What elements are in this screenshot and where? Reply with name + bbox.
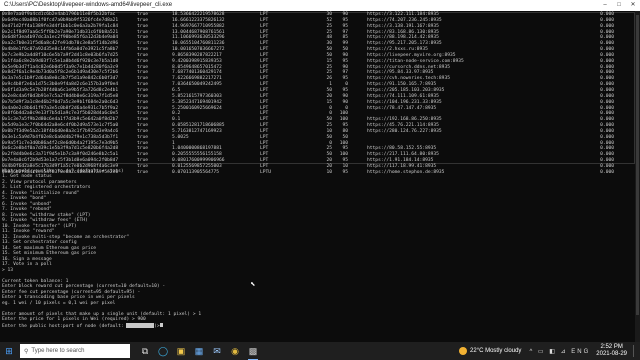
clock-time: 2:52 PM — [600, 344, 623, 350]
file-explorer-icon[interactable]: ▣ — [172, 342, 190, 360]
system-tray-icons[interactable]: ^ ▭ ◧ ⊿ ENG — [529, 348, 590, 355]
terminal-prompt-line[interactable]: Enter the public host:port of node (defa… — [2, 322, 632, 329]
store-icon[interactable]: ▦ — [190, 342, 208, 360]
weather-text: 22°C Mostly cloudy — [470, 348, 522, 354]
text-cursor — [159, 322, 163, 327]
taskbar: ⊞ ⚲ Type here to search ⧉ ◯ ▣ ▦ ✉ ◉ ▩ 22… — [0, 342, 640, 360]
weather-widget[interactable]: 22°C Mostly cloudy — [459, 347, 521, 355]
mail-icon[interactable]: ✉ — [208, 342, 226, 360]
prompt-text: Enter the public host:port of node (defa… — [2, 323, 127, 329]
redacted-host-highlight — [126, 323, 155, 329]
task-view-icon[interactable]: ⧉ — [136, 342, 154, 360]
window-titlebar: C:\Users\PC\Desktop\livepeer-windows-amd… — [0, 0, 640, 11]
terminal-scrollbar[interactable] — [635, 11, 640, 342]
maximize-icon[interactable]: □ — [612, 0, 626, 11]
mouse-pointer-icon: ⬉ — [250, 280, 256, 290]
taskbar-search-input[interactable]: ⚲ Type here to search — [20, 344, 130, 358]
cli-menu: What would you like to do? (default = st… — [2, 163, 632, 329]
chrome-icon[interactable]: ◉ — [226, 342, 244, 360]
close-icon[interactable]: ✕ — [626, 0, 640, 11]
clock[interactable]: 2:52 PM 2021-08-29 — [596, 344, 627, 358]
start-icon[interactable]: ⊞ — [0, 342, 18, 360]
orchestrator-table: 0x8e7aa0f9a4cd1c6b2e4ab1796b11e8f5b32bfa… — [2, 12, 638, 176]
search-placeholder: Type here to search — [31, 348, 85, 354]
weather-sun-icon — [459, 347, 468, 355]
terminal-icon[interactable]: ▩ — [244, 342, 262, 360]
scrollbar-thumb[interactable] — [636, 15, 639, 315]
clock-date: 2021-08-29 — [596, 351, 627, 357]
terminal-window[interactable]: 0x8e7aa0f9a4cd1c6b2e4ab1796b11e8f5b32bfa… — [0, 11, 640, 342]
show-desktop-button[interactable] — [633, 345, 640, 357]
minimize-icon[interactable]: – — [598, 0, 612, 11]
edge-icon[interactable]: ◯ — [154, 342, 172, 360]
search-icon: ⚲ — [24, 348, 29, 355]
window-title: C:\Users\PC\Desktop\livepeer-windows-amd… — [4, 2, 173, 8]
